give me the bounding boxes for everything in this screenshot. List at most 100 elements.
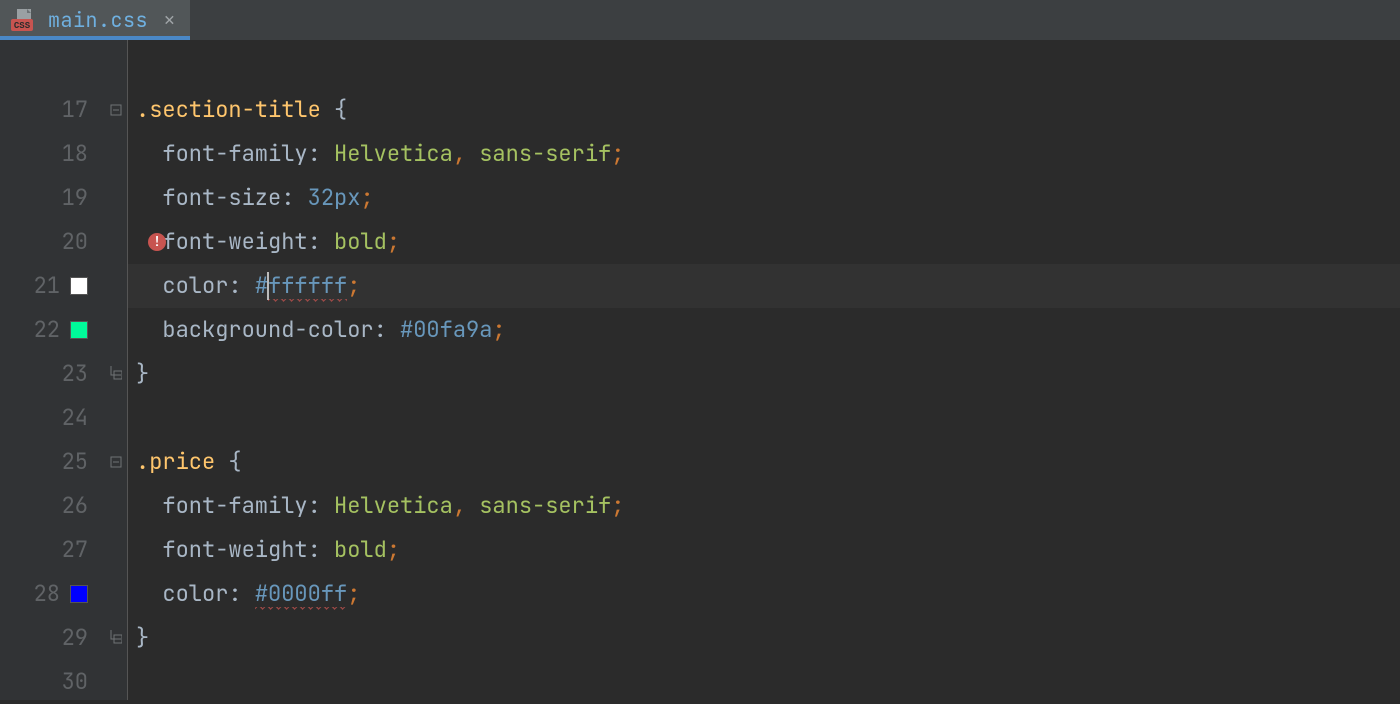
code-line[interactable]: } <box>128 352 1400 396</box>
code-line[interactable]: } <box>128 616 1400 660</box>
gutter[interactable]: 17181920!21222324252627282930 <box>0 40 104 700</box>
close-icon[interactable]: ✕ <box>164 9 175 32</box>
line-number: 26 <box>58 484 88 528</box>
gutter-row[interactable]: 23 <box>0 352 104 396</box>
line-number: 28 <box>30 572 60 616</box>
code-line[interactable] <box>128 44 1400 88</box>
code-token: { <box>228 447 241 476</box>
fold-cell <box>104 660 127 704</box>
gutter-row[interactable]: 19 <box>0 176 104 220</box>
code-token: } <box>136 623 149 652</box>
fold-cell <box>104 44 127 88</box>
code-token: Helvetica <box>334 491 453 520</box>
line-number: 21 <box>30 264 60 308</box>
code-token: , <box>453 491 479 520</box>
code-token: sans-serif <box>479 491 611 520</box>
color-swatch[interactable] <box>70 277 88 295</box>
tab-filename: main.css <box>48 7 148 33</box>
code-token: ; <box>492 315 505 344</box>
code-token: color <box>162 271 228 300</box>
code-token: : <box>281 183 307 212</box>
code-token: .section-title <box>136 95 334 124</box>
code-token: ; <box>360 183 373 212</box>
fold-column[interactable] <box>104 40 128 700</box>
code-token: font-family <box>162 491 307 520</box>
code-token: sans-serif <box>479 139 611 168</box>
code-token: font-weight <box>162 227 307 256</box>
fold-toggle-icon[interactable] <box>104 616 127 660</box>
fold-toggle-icon[interactable] <box>104 352 127 396</box>
fold-cell <box>104 264 127 308</box>
code-area[interactable]: .section-title { font-family: Helvetica,… <box>128 40 1400 700</box>
code-token: color <box>162 579 228 608</box>
gutter-row[interactable]: 25 <box>0 440 104 484</box>
tab-main-css[interactable]: CSS main.css ✕ <box>0 0 190 40</box>
fold-toggle-icon[interactable] <box>104 88 127 132</box>
line-number: 29 <box>58 616 88 660</box>
line-number: 19 <box>58 176 88 220</box>
code-line[interactable]: color: #0000ff; <box>128 572 1400 616</box>
color-swatch[interactable] <box>70 585 88 603</box>
gutter-row[interactable]: 18 <box>0 132 104 176</box>
gutter-row[interactable]: 30 <box>0 660 104 704</box>
css-file-icon: CSS <box>10 8 38 32</box>
fold-cell <box>104 220 127 264</box>
editor: 17181920!21222324252627282930 .section-t… <box>0 40 1400 700</box>
gutter-row[interactable]: 28 <box>0 572 104 616</box>
code-token: #00fa9a <box>400 315 492 344</box>
fold-toggle-icon[interactable] <box>104 440 127 484</box>
code-line[interactable]: font-weight: bold; <box>128 220 1400 264</box>
code-token: Helvetica <box>334 139 453 168</box>
code-line[interactable]: color: #ffffff; <box>128 264 1400 308</box>
code-token: bold <box>334 227 387 256</box>
gutter-row[interactable]: 22 <box>0 308 104 352</box>
code-line[interactable] <box>128 660 1400 704</box>
code-token: ffffff <box>268 271 347 302</box>
gutter-row[interactable]: 21 <box>0 264 104 308</box>
code-token: : <box>228 271 254 300</box>
code-token: .price <box>136 447 228 476</box>
gutter-row[interactable]: 24 <box>0 396 104 440</box>
gutter-row[interactable]: 17 <box>0 88 104 132</box>
code-token: ; <box>611 139 624 168</box>
code-token: } <box>136 359 149 388</box>
code-line[interactable] <box>128 396 1400 440</box>
line-number: 23 <box>58 352 88 396</box>
code-token <box>136 183 162 212</box>
error-icon[interactable]: ! <box>148 233 166 251</box>
gutter-row[interactable]: 29 <box>0 616 104 660</box>
gutter-row[interactable] <box>0 44 104 88</box>
fold-cell <box>104 572 127 616</box>
code-token: ; <box>347 271 360 300</box>
code-token <box>136 491 162 520</box>
color-swatch[interactable] <box>70 321 88 339</box>
fold-cell <box>104 132 127 176</box>
code-token: bold <box>334 535 387 564</box>
code-token <box>136 579 162 608</box>
code-line[interactable]: font-family: Helvetica, sans-serif; <box>128 132 1400 176</box>
code-line[interactable]: font-family: Helvetica, sans-serif; <box>128 484 1400 528</box>
code-token: : <box>308 491 334 520</box>
code-token: : <box>308 227 334 256</box>
gutter-row[interactable]: 27 <box>0 528 104 572</box>
gutter-row[interactable]: 20! <box>0 220 104 264</box>
line-number: 24 <box>58 396 88 440</box>
code-line[interactable]: font-weight: bold; <box>128 528 1400 572</box>
fold-cell <box>104 308 127 352</box>
line-number: 30 <box>58 660 88 704</box>
text-caret <box>267 272 269 300</box>
code-line[interactable]: font-size: 32px; <box>128 176 1400 220</box>
code-token <box>136 535 162 564</box>
code-line[interactable]: .price { <box>128 440 1400 484</box>
fold-cell <box>104 484 127 528</box>
code-token: font-family <box>162 139 307 168</box>
code-token: : <box>228 579 254 608</box>
tab-bar: CSS main.css ✕ <box>0 0 1400 40</box>
gutter-row[interactable]: 26 <box>0 484 104 528</box>
line-number: 18 <box>58 132 88 176</box>
code-token: 32px <box>308 183 361 212</box>
code-line[interactable]: background-color: #00fa9a; <box>128 308 1400 352</box>
code-token: font-size <box>162 183 281 212</box>
code-line[interactable]: .section-title { <box>128 88 1400 132</box>
code-token: ; <box>387 227 400 256</box>
